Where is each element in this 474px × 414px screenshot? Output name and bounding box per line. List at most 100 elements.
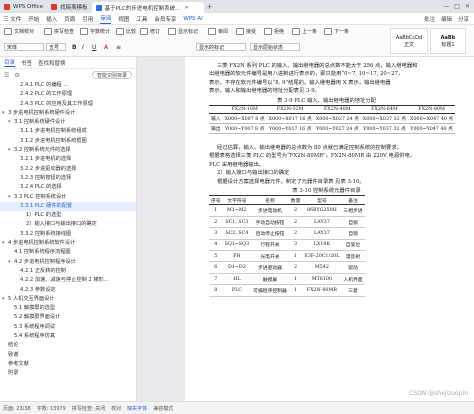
toc-item-label: 4.1 控制系统程序流程图	[14, 249, 71, 256]
italic-icon[interactable]: I	[82, 44, 84, 51]
toc-item-label: 参考文献	[8, 360, 29, 367]
status-item[interactable]: 校对	[111, 405, 121, 412]
proofread-button[interactable]: 文档校对	[4, 28, 34, 35]
edit-button[interactable]: 编辑	[441, 15, 452, 23]
status-item[interactable]: 字数: 13979	[37, 405, 66, 412]
toc-item[interactable]: ▾ 3.3 PLC 控制系统设计	[0, 193, 136, 202]
wordcount-button[interactable]: 字数统计	[80, 28, 110, 35]
reject-button[interactable]: 拒绝	[264, 28, 284, 35]
new-tab-button[interactable]: +	[204, 0, 216, 13]
menu-member[interactable]: 会员专享	[154, 15, 176, 23]
toc-item[interactable]: 3.3.2 控制系统接线图	[0, 230, 136, 239]
next-change-button[interactable]: 下一条	[324, 28, 349, 35]
toc-item[interactable]: 3.1.2 步进电机控制系统框图	[0, 137, 136, 146]
align-icon[interactable]: ≡	[116, 44, 121, 51]
menu-tools[interactable]: 工具	[136, 15, 147, 23]
bold-icon[interactable]: B	[72, 44, 77, 51]
menu-references[interactable]: 引用	[82, 15, 93, 23]
smart-toc-button[interactable]: 智能识别目录	[91, 71, 132, 79]
close-window-icon[interactable]: ✕	[465, 3, 470, 10]
compare-button[interactable]: 比较	[116, 28, 136, 35]
toc-list: 2.4.1 PLC 的编程 ... 2.4.2 PLC 的工作原理 2.4.3 PL…	[0, 81, 136, 379]
markup-display-select[interactable]: 显示的标记	[196, 43, 246, 51]
minimize-icon[interactable]: —	[443, 3, 449, 10]
tab-document[interactable]: 基于PLC的步进电机控制系统... ✕	[91, 2, 204, 13]
tab-wps-office[interactable]: WPS Office	[0, 0, 47, 13]
toc-item[interactable]: 3.2.2 步进驱动器的选择	[0, 165, 136, 174]
toc-item[interactable]: ▾ 4 步进电机控制系统软件设计	[0, 239, 136, 248]
toc-item[interactable]: 参考文献	[0, 360, 136, 369]
table-cell: HL	[222, 273, 252, 286]
nav-tab-bookmarks[interactable]: 书签	[21, 59, 32, 67]
expand-all-icon[interactable]: ☰	[4, 72, 9, 79]
toc-item[interactable]: ▾ 5 人机交互界面设计	[0, 295, 136, 304]
toc-item[interactable]: 2.4.1 PLC 的编程 ...	[0, 81, 136, 90]
font-color-icon[interactable]: A	[104, 44, 108, 51]
toc-item[interactable]: 4.2.3 参数设定	[0, 286, 136, 295]
next-label: 下一条	[334, 29, 350, 35]
table-cell: 2	[288, 261, 303, 274]
toc-item[interactable]: ▾ 3.1 控制系统硬件设计	[0, 118, 136, 127]
close-tab-icon[interactable]: ✕	[185, 5, 189, 11]
style-heading1[interactable]: AaBb 标题1	[430, 28, 466, 54]
next-icon	[324, 28, 332, 35]
toc-item[interactable]: 4.2.1 正反转的控制	[0, 267, 136, 276]
share-button[interactable]: 分享	[458, 15, 469, 23]
toc-item[interactable]: 2）输入接口与输出接口的确定	[0, 220, 136, 229]
menu-wps-ai[interactable]: WPS AI	[183, 16, 202, 22]
accept-button[interactable]: 接受	[236, 28, 256, 35]
status-item[interactable]: 拼写检查: 关闭	[72, 405, 105, 412]
toc-item[interactable]: 2.4.2 PLC 的工作原理	[0, 90, 136, 99]
maximize-icon[interactable]: □	[454, 3, 460, 10]
toc-item[interactable]: 5.1 触摸屏的选型	[0, 304, 136, 313]
toc-item[interactable]: ▾ 4.2 步进电机控制程序设计	[0, 258, 136, 267]
toc-item[interactable]: 2.4.3 PLC 的应用及其工作原理	[0, 100, 136, 109]
menu-page[interactable]: 页面	[64, 15, 75, 23]
toc-item[interactable]: 5.3 系统程序调试	[0, 323, 136, 332]
original-state-select[interactable]: 显示原始状态	[250, 43, 300, 51]
menu-insert[interactable]: 插入	[46, 15, 57, 23]
revise-button[interactable]: 修订	[140, 28, 160, 35]
nav-tab-find-replace[interactable]: 查找和替换	[38, 59, 66, 67]
toc-item[interactable]: 结论	[0, 341, 136, 350]
show-markup-label: 显示标记	[178, 29, 199, 35]
settings-icon[interactable]: ⚙	[14, 72, 19, 79]
show-markup-icon	[168, 28, 176, 35]
toc-item[interactable]: 附录	[0, 369, 136, 378]
toc-item[interactable]: 4.2.2 加速、减速与停止控制 2 梯形...	[0, 276, 136, 285]
status-item[interactable]: 缺失字体	[127, 405, 147, 412]
tab-template[interactable]: 找稿夷模板	[47, 0, 92, 13]
font-name-select[interactable]: 宋体	[4, 43, 44, 51]
review-button[interactable]: 审阅	[208, 28, 228, 35]
table-header-cell: 序号	[209, 195, 223, 206]
previous-change-button[interactable]: 上一条	[292, 28, 317, 35]
toc-item[interactable]: ▾ 3.2 控制系统元件的选择	[0, 146, 136, 155]
toc-item[interactable]: 3.1.1 步进电机控制系统组成	[0, 127, 136, 136]
style-normal[interactable]: AaBbCcDd 正文	[390, 28, 428, 54]
toc-item[interactable]: ▾ 3 步进电机控制系统硬件设计	[0, 109, 136, 118]
menu-review[interactable]: 审阅	[100, 14, 112, 24]
toc-item[interactable]: 5.2 触摸屏界面设计	[0, 313, 136, 322]
toc-item[interactable]: 3.3.1 PLC 硬件的配置	[0, 201, 136, 212]
show-markup-button[interactable]: 显示标记	[168, 28, 198, 35]
menu-home[interactable]: 开始	[28, 15, 39, 23]
toc-item[interactable]: 4.1 控制系统程序流程图	[0, 248, 136, 257]
toc-item[interactable]: 3.2.3 控制按钮的选择	[0, 174, 136, 183]
toc-item-label: 2.4.3 PLC 的应用及其工作原理	[20, 100, 93, 107]
font-size-select[interactable]: 五号	[46, 43, 66, 51]
menu-file[interactable]: 三 文件	[3, 15, 21, 23]
toc-item[interactable]: 致谢	[0, 351, 136, 360]
spellcheck-button[interactable]: 拼写检查	[44, 28, 74, 35]
nav-tab-toc[interactable]: 目录	[4, 58, 16, 67]
status-item[interactable]: 页面: 23/38	[3, 405, 31, 412]
underline-icon[interactable]: U	[92, 44, 96, 51]
menu-view[interactable]: 视图	[118, 15, 129, 23]
toc-item-label: 3.1 控制系统硬件设计	[14, 119, 66, 126]
status-item[interactable]: 兼容模式	[153, 405, 173, 412]
toc-item[interactable]: 5.4 系统程序仿真	[0, 332, 136, 341]
comment-button[interactable]: 批注	[424, 15, 435, 23]
table-cell: SC1, SC3	[222, 216, 252, 229]
toc-item[interactable]: 3.2.1 步进电机的选择	[0, 155, 136, 164]
toc-item[interactable]: 3.2.4 PLC 的选择	[0, 183, 136, 192]
toc-item[interactable]: 1）PLC 的选型	[0, 211, 136, 220]
